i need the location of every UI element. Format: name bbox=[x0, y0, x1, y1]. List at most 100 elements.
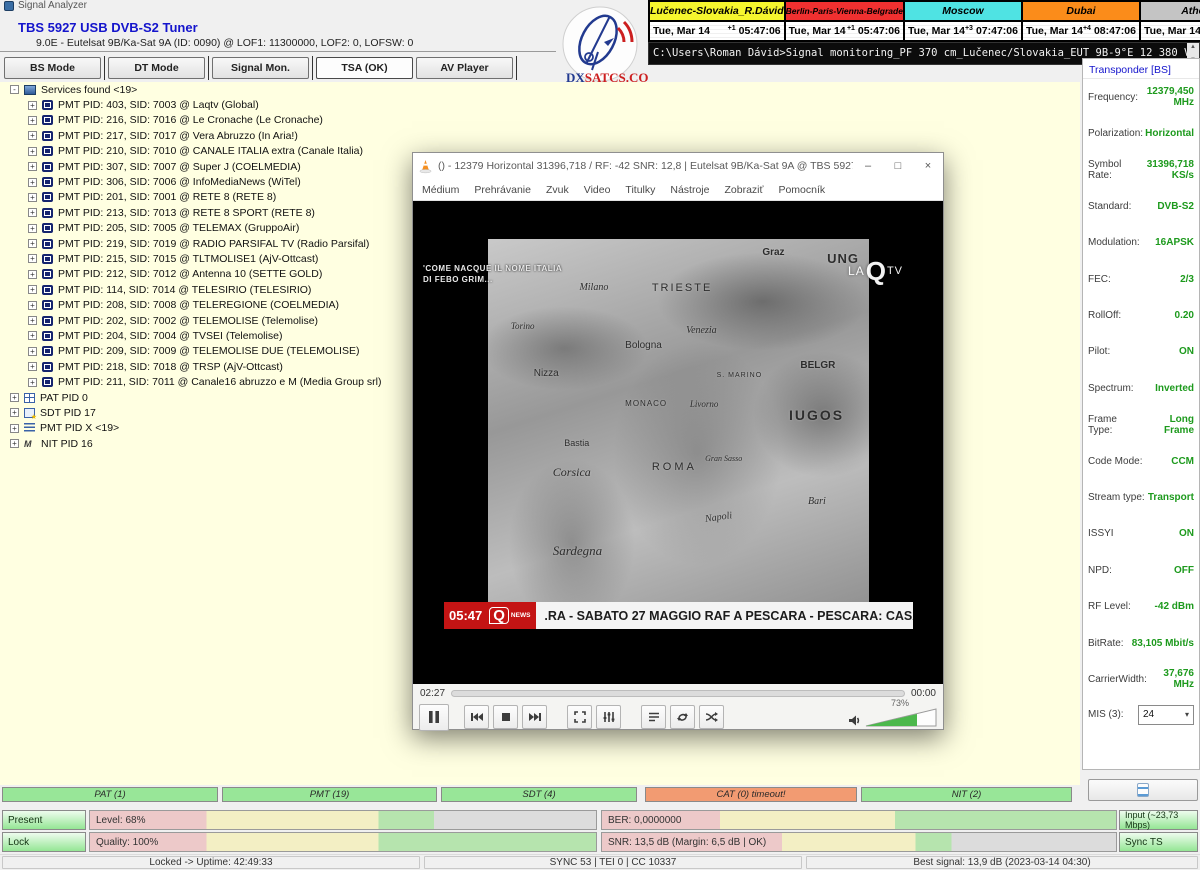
previous-button[interactable] bbox=[464, 705, 489, 729]
transponder-row: CarrierWidth:37,676 MHz bbox=[1083, 661, 1199, 697]
expand-icon[interactable]: + bbox=[28, 285, 37, 294]
loop-button[interactable] bbox=[670, 705, 695, 729]
expand-icon[interactable]: + bbox=[10, 424, 19, 433]
row-value: 12379,450 MHz bbox=[1138, 86, 1194, 108]
playlist-icon bbox=[648, 711, 660, 723]
expand-icon[interactable]: + bbox=[28, 347, 37, 356]
tv-icon bbox=[42, 269, 53, 279]
uptime-status: Locked -> Uptime: 42:49:33 bbox=[2, 856, 420, 869]
expand-icon[interactable]: + bbox=[28, 331, 37, 340]
playlist-button[interactable] bbox=[641, 705, 666, 729]
expand-icon[interactable]: + bbox=[28, 362, 37, 371]
shuffle-button[interactable] bbox=[699, 705, 724, 729]
map-label: Graz bbox=[762, 247, 784, 258]
service-label: PMT PID: 208, SID: 7008 @ TELEREGIONE (C… bbox=[58, 299, 339, 311]
expand-icon[interactable]: + bbox=[28, 208, 37, 217]
row-value: 83,105 Mbit/s bbox=[1132, 638, 1194, 649]
expand-icon[interactable]: + bbox=[28, 224, 37, 233]
expand-icon[interactable]: + bbox=[10, 408, 19, 417]
transponder-title: Transponder [BS] bbox=[1083, 59, 1199, 79]
ticker-clock: 05:47 bbox=[444, 602, 487, 629]
dropdown-arrow-icon: ▾ bbox=[1185, 710, 1189, 719]
quality-label: Quality: 100% bbox=[96, 837, 158, 848]
mis-dropdown[interactable]: 24 ▾ bbox=[1138, 705, 1194, 725]
seek-slider[interactable] bbox=[451, 690, 905, 697]
next-button[interactable] bbox=[522, 705, 547, 729]
clock-athens: Athens Tue, Mar 14+206:47:06 bbox=[1141, 2, 1200, 40]
tab-signal-mon[interactable]: Signal Mon. bbox=[212, 57, 309, 79]
maximize-icon[interactable]: □ bbox=[883, 153, 913, 179]
expand-icon[interactable]: + bbox=[28, 101, 37, 110]
stop-button[interactable] bbox=[493, 705, 518, 729]
menu-media[interactable]: Médium bbox=[422, 184, 459, 196]
service-label: PMT PID: 201, SID: 7001 @ RETE 8 (RETE 8… bbox=[58, 191, 276, 203]
stream-analysis-button[interactable] bbox=[1088, 779, 1198, 801]
clock-time: 07:47:06 bbox=[976, 25, 1018, 37]
tab-dt-mode[interactable]: DT Mode bbox=[108, 57, 205, 79]
menu-audio[interactable]: Zvuk bbox=[546, 184, 569, 196]
expand-icon[interactable]: + bbox=[28, 239, 37, 248]
map-label: Bari bbox=[808, 496, 826, 507]
tv-icon bbox=[42, 254, 53, 264]
expand-icon[interactable]: + bbox=[28, 193, 37, 202]
menu-help[interactable]: Pomocník bbox=[778, 184, 825, 196]
close-icon[interactable]: × bbox=[913, 153, 943, 179]
fullscreen-button[interactable] bbox=[567, 705, 592, 729]
expand-icon[interactable]: + bbox=[28, 270, 37, 279]
row-value: 0.20 bbox=[1175, 310, 1194, 321]
expand-icon[interactable]: + bbox=[28, 378, 37, 387]
tree-service-item[interactable]: +PMT PID: 217, SID: 7017 @ Vera Abruzzo … bbox=[0, 128, 1080, 143]
extended-settings-button[interactable] bbox=[596, 705, 621, 729]
minimize-icon[interactable]: – bbox=[853, 153, 883, 179]
tv-icon bbox=[42, 146, 53, 156]
expand-icon[interactable]: + bbox=[28, 116, 37, 125]
expand-icon[interactable]: + bbox=[28, 301, 37, 310]
pause-button[interactable] bbox=[419, 704, 449, 731]
tab-tsa[interactable]: TSA (OK) bbox=[316, 57, 413, 79]
vlc-controls: 73% bbox=[413, 702, 943, 732]
expand-icon[interactable]: + bbox=[10, 439, 19, 448]
vlc-titlebar[interactable]: () - 12379 Horizontal 31396,718 / RF: -4… bbox=[413, 153, 943, 179]
expand-icon[interactable]: + bbox=[28, 254, 37, 263]
menu-playback[interactable]: Prehrávanie bbox=[474, 184, 531, 196]
clock-city: Berlin-Paris-Vienna-Belgrade bbox=[786, 2, 903, 20]
tv-icon bbox=[42, 285, 53, 295]
volume-slider[interactable] bbox=[865, 708, 937, 727]
expand-icon[interactable]: + bbox=[28, 178, 37, 187]
tab-av-player[interactable]: AV Player bbox=[416, 57, 513, 79]
expand-icon[interactable]: + bbox=[28, 147, 37, 156]
menu-subtitles[interactable]: Titulky bbox=[625, 184, 655, 196]
qnews-news: NEWS bbox=[511, 612, 531, 619]
expand-icon[interactable]: + bbox=[28, 131, 37, 140]
row-value: Transport bbox=[1148, 492, 1194, 503]
transponder-row: FEC:2/3 bbox=[1083, 261, 1199, 297]
tree-root[interactable]: - Services found <19> bbox=[0, 82, 1080, 97]
tree-service-item[interactable]: +PMT PID: 216, SID: 7016 @ Le Cronache (… bbox=[0, 113, 1080, 128]
tv-icon bbox=[42, 331, 53, 341]
scroll-up-icon[interactable]: ▲ bbox=[1190, 44, 1196, 50]
row-value: Long Frame bbox=[1140, 414, 1194, 436]
video-area[interactable]: Graz UNG TRIESTE Milano Venezia Bologna … bbox=[413, 201, 943, 684]
map-label: Torino bbox=[511, 321, 535, 331]
clock-berlin: Berlin-Paris-Vienna-Belgrade Tue, Mar 14… bbox=[786, 2, 905, 40]
clock-city: Athens bbox=[1141, 2, 1200, 20]
tree-service-item[interactable]: +PMT PID: 403, SID: 7003 @ Laqtv (Global… bbox=[0, 97, 1080, 112]
cat-progress-bar: CAT (0) timeout! bbox=[645, 787, 857, 802]
volume-control[interactable]: 73% bbox=[848, 708, 937, 727]
expand-icon[interactable]: + bbox=[10, 393, 19, 402]
expand-icon[interactable]: + bbox=[28, 162, 37, 171]
menu-tools[interactable]: Nástroje bbox=[670, 184, 709, 196]
service-label: PMT PID: 205, SID: 7005 @ TELEMAX (Grupp… bbox=[58, 222, 299, 234]
service-label: PMT PID: 213, SID: 7013 @ RETE 8 SPORT (… bbox=[58, 207, 315, 219]
map-label: TRIESTE bbox=[652, 282, 712, 294]
menu-video[interactable]: Video bbox=[584, 184, 611, 196]
transponder-row: Code Mode:CCM bbox=[1083, 443, 1199, 479]
level-label: Level: 68% bbox=[96, 815, 145, 826]
map-label: S. MARINO bbox=[717, 372, 763, 379]
tab-bs-mode[interactable]: BS Mode bbox=[4, 57, 101, 79]
clock-city: Lučenec-Slovakia_R.Dávid bbox=[650, 2, 784, 20]
menu-view[interactable]: Zobraziť bbox=[724, 184, 763, 196]
expand-icon[interactable]: + bbox=[28, 316, 37, 325]
row-label: RF Level: bbox=[1088, 601, 1131, 612]
collapse-icon[interactable]: - bbox=[10, 85, 19, 94]
